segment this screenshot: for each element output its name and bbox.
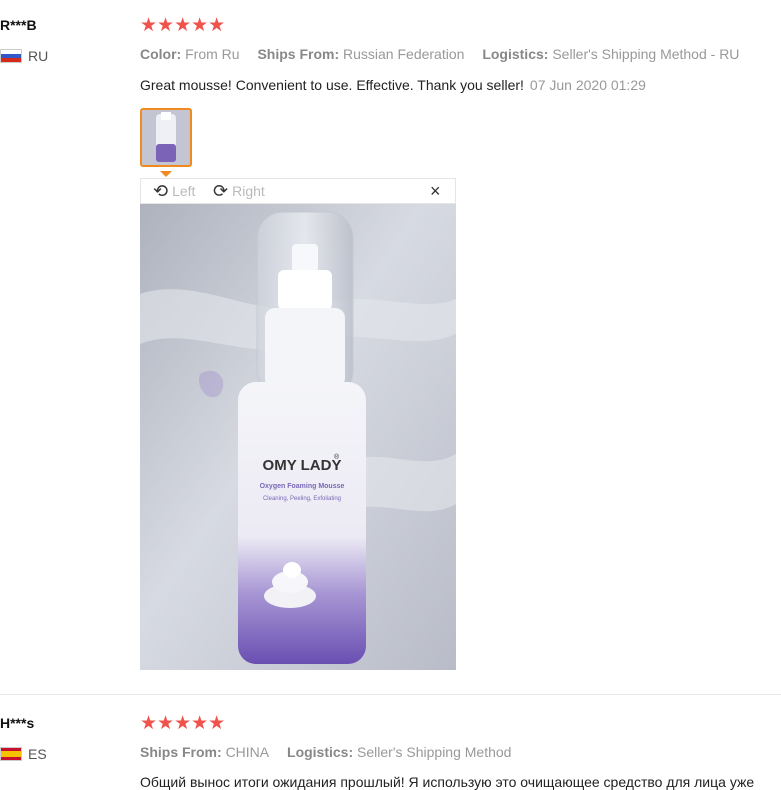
meta-key: Logistics: xyxy=(287,744,354,760)
review-divider xyxy=(0,694,781,695)
review-meta: Color: From Ru Ships From: Russian Feder… xyxy=(140,46,753,62)
country-code: RU xyxy=(28,48,49,64)
review-body: Общий вынос итоги ожидания прошлый! Я ис… xyxy=(140,774,755,790)
rotate-right-icon: ⟳ xyxy=(213,181,229,201)
meta-key: Color: xyxy=(140,46,182,62)
russia-flag-icon xyxy=(0,49,22,63)
product-photo: OMY LADY ® Oxygen Foaming Mousse Cleanin… xyxy=(140,204,456,670)
reviewer-name: R***B xyxy=(0,17,37,33)
meta-value: Seller's Shipping Method - RU xyxy=(552,46,740,62)
review-photo-thumbnail[interactable] xyxy=(140,108,192,167)
rotate-right-button[interactable]: ⟳ Right xyxy=(213,182,265,200)
reviewer-name: H***s xyxy=(0,715,35,731)
meta-key: Logistics: xyxy=(482,46,549,62)
meta-key: Ships From: xyxy=(140,744,222,760)
rotate-left-label: Left xyxy=(172,183,196,199)
meta-color: Color: From Ru xyxy=(140,46,240,62)
review-body: Great mousse! Convenient to use. Effecti… xyxy=(140,77,524,93)
meta-logistics: Logistics: Seller's Shipping Method xyxy=(287,744,511,760)
star-rating: ★★★★★ xyxy=(140,15,226,36)
review-text: Общий вынос итоги ожидания прошлый! Я ис… xyxy=(140,774,781,790)
country-code: ES xyxy=(28,746,47,762)
meta-value: From Ru xyxy=(185,46,240,62)
review-text: Great mousse! Convenient to use. Effecti… xyxy=(140,77,646,93)
meta-ships-from: Ships From: CHINA xyxy=(140,744,269,760)
review-meta: Ships From: CHINA Logistics: Seller's Sh… xyxy=(140,744,525,760)
product-tagline: Cleaning, Peeling, Exfoliating xyxy=(263,496,341,502)
registered-mark: ® xyxy=(334,453,340,461)
meta-ships-from: Ships From: Russian Federation xyxy=(257,46,464,62)
review-photo-large[interactable]: OMY LADY ® Oxygen Foaming Mousse Cleanin… xyxy=(140,204,456,670)
meta-key: Ships From: xyxy=(257,46,340,62)
star-rating: ★★★★★ xyxy=(140,713,226,734)
thumbnail-image xyxy=(142,110,190,165)
meta-logistics: Logistics: Seller's Shipping Method - RU xyxy=(482,46,739,62)
product-brand: OMY LADY xyxy=(263,457,342,474)
review-date: 07 Jun 2020 01:29 xyxy=(529,77,646,93)
meta-value: CHINA xyxy=(225,744,270,760)
product-name: Oxygen Foaming Mousse xyxy=(260,483,345,490)
photo-viewer-toolbar: ⟲ Left ⟳ Right × xyxy=(140,178,456,204)
meta-value: Seller's Shipping Method xyxy=(357,744,512,760)
rotate-right-label: Right xyxy=(232,183,265,199)
thumbnail-pointer xyxy=(160,171,172,177)
rotate-left-button[interactable]: ⟲ Left xyxy=(153,182,195,200)
reviewer-country: ES xyxy=(0,746,47,762)
rotate-left-icon: ⟲ xyxy=(153,181,169,201)
meta-value: Russian Federation xyxy=(343,46,465,62)
spain-flag-icon xyxy=(0,747,22,761)
close-icon[interactable]: × xyxy=(430,181,441,202)
reviewer-country: RU xyxy=(0,48,48,64)
